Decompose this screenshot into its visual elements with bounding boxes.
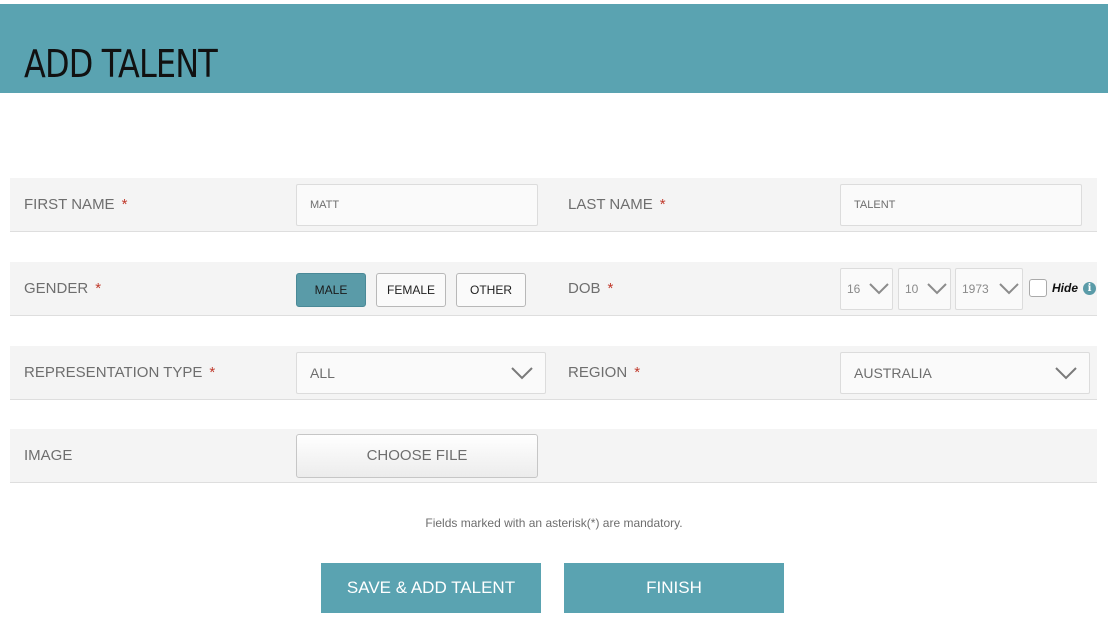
dob-year-select[interactable]: 1973 xyxy=(955,268,1023,310)
region-select[interactable]: AUSTRALIA xyxy=(840,352,1090,394)
required-asterisk: * xyxy=(95,280,102,297)
first-name-field[interactable]: MATT xyxy=(296,184,538,226)
save-add-talent-button[interactable]: SAVE & ADD TALENT xyxy=(321,563,541,613)
image-label: IMAGE xyxy=(24,447,73,464)
gender-label-text: GENDER xyxy=(24,280,89,297)
choose-file-button[interactable]: CHOOSE FILE xyxy=(296,434,538,478)
form-row-image: IMAGE CHOOSE FILE xyxy=(10,429,1097,483)
chevron-down-icon xyxy=(1055,367,1077,380)
region-value: AUSTRALIA xyxy=(854,365,932,381)
dob-label-text: DOB xyxy=(568,280,601,297)
dob-year-value: 1973 xyxy=(962,282,989,296)
required-asterisk: * xyxy=(607,280,614,297)
representation-type-select[interactable]: ALL xyxy=(296,352,546,394)
form-row-gender-dob: GENDER * MALE FEMALE OTHER DOB * 16 10 197… xyxy=(10,262,1097,316)
gender-label: GENDER * xyxy=(24,280,101,297)
first-name-label: FIRST NAME * xyxy=(24,196,127,213)
hide-dob-checkbox[interactable] xyxy=(1029,279,1047,297)
mandatory-note: Fields marked with an asterisk(*) are ma… xyxy=(425,516,683,530)
info-icon[interactable]: i xyxy=(1083,282,1096,295)
representation-type-label-text: REPRESENTATION TYPE xyxy=(24,364,203,381)
hide-dob-label: Hide xyxy=(1052,281,1079,295)
representation-type-label: REPRESENTATION TYPE * xyxy=(24,364,215,381)
page-header: ADD TALENT xyxy=(0,4,1108,93)
dob-month-value: 10 xyxy=(905,282,919,296)
required-asterisk: * xyxy=(121,196,128,213)
gender-male-button[interactable]: MALE xyxy=(296,273,366,307)
chevron-down-icon xyxy=(927,283,947,295)
gender-other-button[interactable]: OTHER xyxy=(456,273,526,307)
last-name-label-text: LAST NAME xyxy=(568,196,653,213)
dob-day-value: 16 xyxy=(847,282,861,296)
representation-type-value: ALL xyxy=(310,365,335,381)
dob-month-select[interactable]: 10 xyxy=(898,268,951,310)
page-title: ADD TALENT xyxy=(24,42,218,86)
required-asterisk: * xyxy=(634,364,641,381)
form-row-representation-region: REPRESENTATION TYPE * ALL REGION * AUSTRAL… xyxy=(10,346,1097,400)
chevron-down-icon xyxy=(511,367,533,380)
region-label: REGION * xyxy=(568,364,640,381)
form-row-name: FIRST NAME * MATT LAST NAME * TALENT xyxy=(10,178,1097,232)
last-name-field[interactable]: TALENT xyxy=(840,184,1082,226)
finish-button[interactable]: FINISH xyxy=(564,563,784,613)
dob-day-select[interactable]: 16 xyxy=(840,268,893,310)
dob-label: DOB * xyxy=(568,280,613,297)
last-name-label: LAST NAME * xyxy=(568,196,666,213)
required-asterisk: * xyxy=(209,364,216,381)
chevron-down-icon xyxy=(869,283,889,295)
gender-female-button[interactable]: FEMALE xyxy=(376,273,446,307)
first-name-label-text: FIRST NAME xyxy=(24,196,115,213)
required-asterisk: * xyxy=(659,196,666,213)
region-label-text: REGION xyxy=(568,364,628,381)
chevron-down-icon xyxy=(999,283,1019,295)
